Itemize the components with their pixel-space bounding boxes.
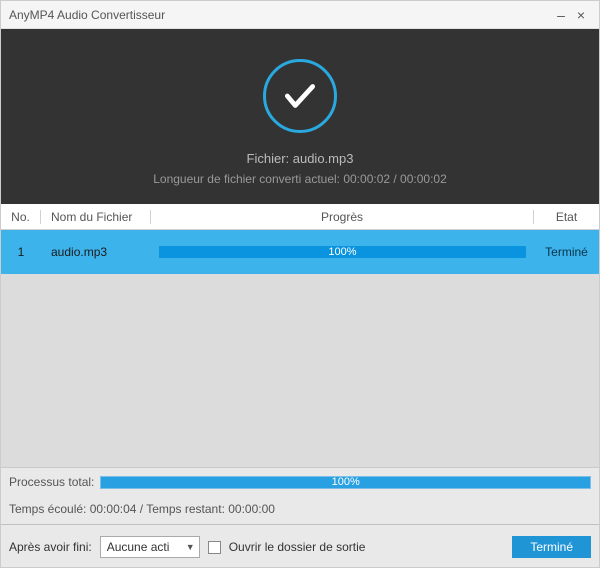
table-body: 1 audio.mp3 100% Terminé — [1, 230, 599, 467]
divider — [1, 524, 599, 525]
column-no: No. — [1, 210, 41, 224]
open-folder-label: Ouvrir le dossier de sortie — [229, 540, 366, 554]
row-progress-cell: 100% — [151, 246, 534, 258]
titlebar: AnyMP4 Audio Convertisseur – × — [1, 1, 599, 29]
row-progress-bar: 100% — [159, 246, 526, 258]
action-row: Après avoir fini: Aucune acti ▼ Ouvrir l… — [1, 527, 599, 567]
success-check-icon — [263, 59, 337, 133]
current-file-label: Fichier: audio.mp3 — [1, 151, 599, 166]
row-state: Terminé — [534, 245, 599, 259]
app-window: AnyMP4 Audio Convertisseur – × Fichier: … — [0, 0, 600, 568]
total-progress-label: Processus total: — [9, 475, 94, 489]
after-finish-label: Après avoir fini: — [9, 540, 92, 554]
table-header: No. Nom du Fichier Progrès Etat — [1, 204, 599, 230]
status-header: Fichier: audio.mp3 Longueur de fichier c… — [1, 29, 599, 204]
row-progress-fill: 100% — [159, 246, 526, 258]
close-button[interactable]: × — [571, 7, 591, 23]
done-button[interactable]: Terminé — [512, 536, 591, 558]
table-row[interactable]: 1 audio.mp3 100% Terminé — [1, 230, 599, 274]
row-filename: audio.mp3 — [41, 245, 151, 259]
open-folder-checkbox[interactable] — [208, 541, 221, 554]
column-state: Etat — [534, 210, 599, 224]
after-finish-value: Aucune acti — [107, 540, 170, 554]
total-progress-bar: 100% — [100, 476, 591, 489]
row-no: 1 — [1, 245, 41, 259]
column-progress: Progrès — [151, 210, 534, 224]
column-filename: Nom du Fichier — [41, 210, 151, 224]
minimize-button[interactable]: – — [551, 7, 571, 23]
after-finish-select[interactable]: Aucune acti ▼ — [100, 536, 200, 558]
app-title: AnyMP4 Audio Convertisseur — [9, 8, 551, 22]
total-progress-fill: 100% — [101, 477, 590, 488]
converted-length-label: Longueur de fichier converti actuel: 00:… — [1, 172, 599, 186]
chevron-down-icon: ▼ — [186, 542, 195, 552]
total-progress-row: Processus total: 100% — [1, 468, 599, 496]
time-line: Temps écoulé: 00:00:04 / Temps restant: … — [1, 496, 599, 522]
footer: Processus total: 100% Temps écoulé: 00:0… — [1, 467, 599, 567]
